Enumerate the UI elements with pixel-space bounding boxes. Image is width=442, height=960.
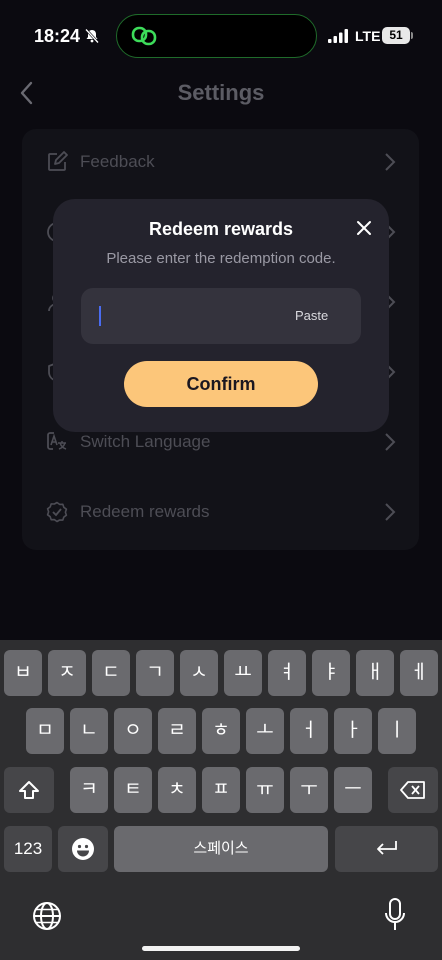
badge-check-icon — [46, 501, 68, 523]
key-hangul[interactable]: ㅠ — [246, 767, 284, 813]
key-hangul[interactable]: ㅣ — [378, 708, 416, 754]
status-time: 18:24 — [34, 26, 81, 46]
emoji-icon — [72, 838, 94, 860]
shift-icon — [19, 781, 39, 799]
chevron-right-icon — [385, 433, 396, 451]
signal-icon — [328, 29, 348, 43]
shift-key[interactable] — [4, 767, 54, 813]
key-hangul[interactable]: ㅗ — [246, 708, 284, 754]
paste-button[interactable]: Paste — [295, 308, 328, 323]
key-hangul[interactable]: ㅌ — [114, 767, 152, 813]
space-key[interactable]: 스페이스 — [114, 826, 328, 872]
key-hangul[interactable]: ㅑ — [312, 650, 350, 696]
confirm-button[interactable]: Confirm — [124, 361, 318, 407]
key-hangul[interactable]: ㄹ — [158, 708, 196, 754]
key-hangul[interactable]: ㅋ — [70, 767, 108, 813]
return-key[interactable] — [335, 826, 438, 872]
key-hangul[interactable]: ㅔ — [400, 650, 438, 696]
key-hangul[interactable]: ㅜ — [290, 767, 328, 813]
key-hangul[interactable]: ㅂ — [4, 650, 42, 696]
dialog-subtitle: Please enter the redemption code. — [106, 250, 336, 267]
return-icon — [376, 841, 397, 855]
settings-item-label: Switch Language — [80, 432, 211, 451]
home-indicator — [142, 946, 300, 951]
status-bar: 18:24 LTE 51 — [0, 0, 442, 72]
keyboard: ㅂ ㅈ ㄷ ㄱ ㅅ ㅛ ㅕ ㅑ ㅐ ㅔ ㅁ ㄴ ㅇ ㄹ ㅎ ㅗ ㅓ ㅏ ㅣ ㅋ … — [0, 640, 442, 960]
close-icon[interactable] — [355, 219, 373, 237]
dynamic-island — [116, 14, 317, 58]
key-hangul[interactable]: ㅕ — [268, 650, 306, 696]
battery-icon: 51 — [382, 27, 410, 44]
chevron-right-icon — [385, 153, 396, 171]
redemption-code-input[interactable]: Paste — [81, 288, 361, 344]
network-type: LTE — [355, 28, 381, 44]
chevron-right-icon — [385, 503, 396, 521]
link-icon — [131, 26, 157, 46]
numbers-key[interactable]: 123 — [4, 826, 52, 872]
emoji-key[interactable] — [58, 826, 108, 872]
key-hangul[interactable]: ㅊ — [158, 767, 196, 813]
key-hangul[interactable]: ㄷ — [92, 650, 130, 696]
key-hangul[interactable]: ㅇ — [114, 708, 152, 754]
translate-icon — [47, 432, 67, 450]
key-hangul[interactable]: ㅍ — [202, 767, 240, 813]
key-hangul[interactable]: ㅁ — [26, 708, 64, 754]
page-title: Settings — [177, 80, 265, 105]
edit-icon — [48, 151, 68, 171]
battery-nub — [411, 32, 413, 39]
key-hangul[interactable]: ㄴ — [70, 708, 108, 754]
key-hangul[interactable]: ㄱ — [136, 650, 174, 696]
key-hangul[interactable]: ㅅ — [180, 650, 218, 696]
settings-item-label: Feedback — [80, 152, 155, 171]
key-hangul[interactable]: ㅡ — [334, 767, 372, 813]
key-hangul[interactable]: ㅓ — [290, 708, 328, 754]
dialog-title: Redeem rewards — [148, 219, 294, 239]
redeem-dialog: Redeem rewards Please enter the redempti… — [53, 199, 389, 432]
settings-item-label: Redeem rewards — [80, 502, 210, 521]
key-hangul[interactable]: ㅎ — [202, 708, 240, 754]
key-hangul[interactable]: ㅛ — [224, 650, 262, 696]
globe-icon[interactable] — [31, 900, 63, 932]
settings-item-feedback[interactable]: Feedback — [22, 129, 419, 199]
key-hangul[interactable]: ㅈ — [48, 650, 86, 696]
key-hangul[interactable]: ㅐ — [356, 650, 394, 696]
backspace-icon — [400, 781, 425, 799]
settings-item-redeem-rewards[interactable]: Redeem rewards — [22, 479, 419, 549]
bell-muted-icon — [85, 28, 99, 44]
microphone-icon[interactable] — [384, 898, 406, 932]
text-caret — [99, 306, 101, 326]
backspace-key[interactable] — [388, 767, 438, 813]
key-hangul[interactable]: ㅏ — [334, 708, 372, 754]
